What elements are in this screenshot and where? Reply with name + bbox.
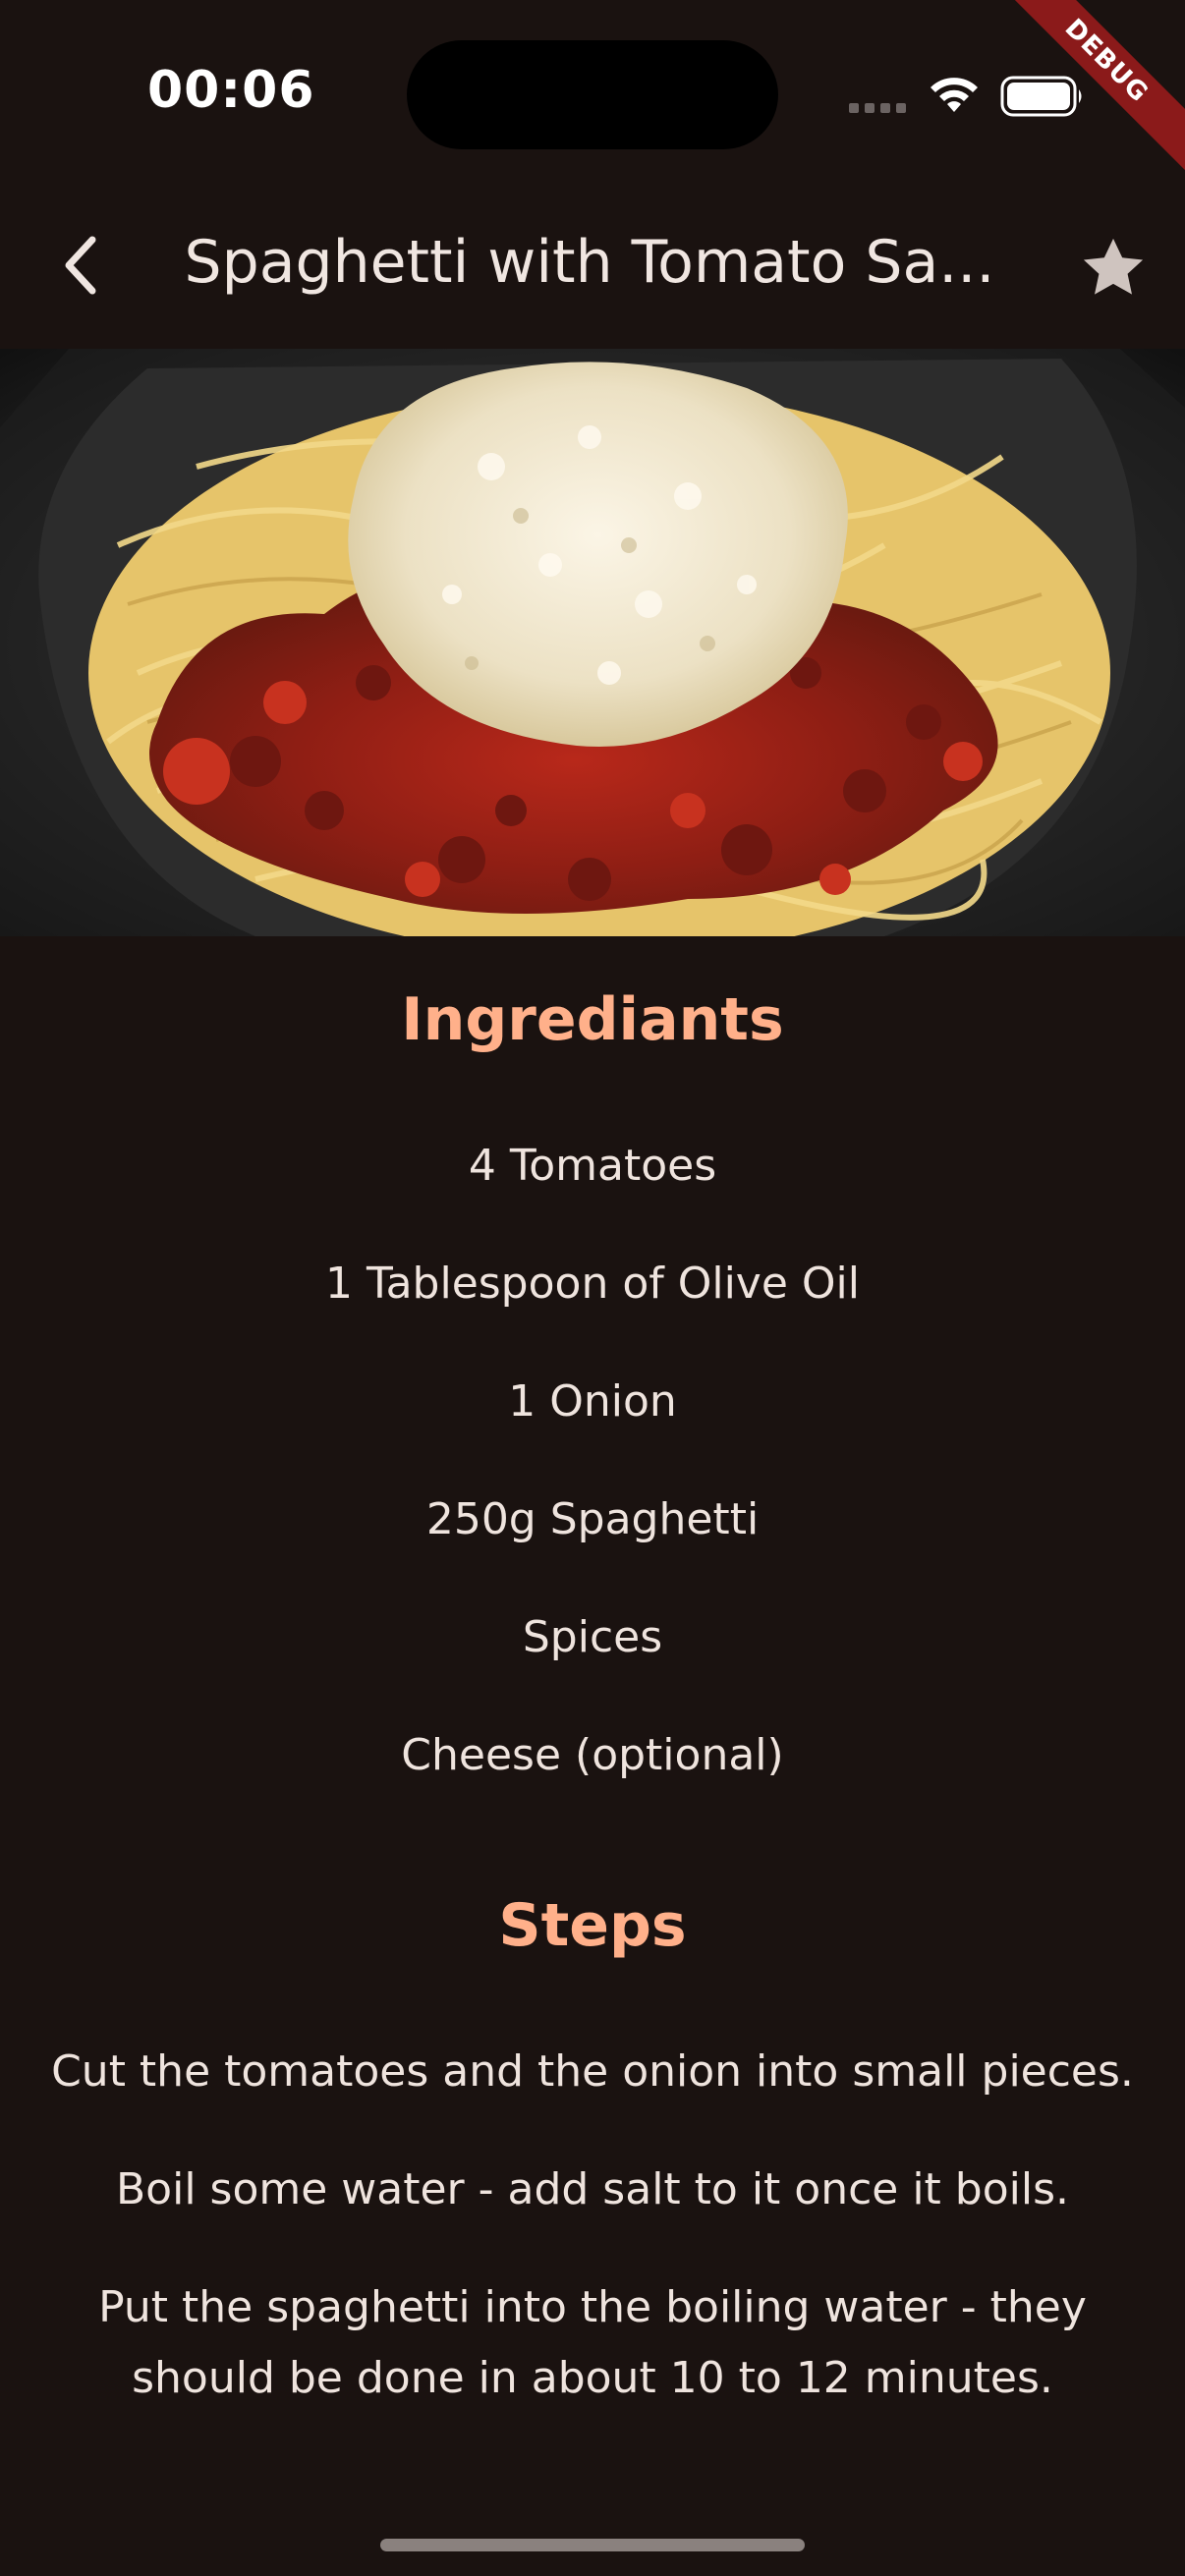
star-icon bbox=[1083, 238, 1144, 295]
step-item: Boil some water - add salt to it once it… bbox=[115, 2164, 1070, 2214]
ingredient-item: 250g Spaghetti bbox=[425, 1494, 760, 1544]
status-time: 00:06 bbox=[147, 61, 315, 120]
steps-heading: Steps bbox=[498, 1891, 687, 1960]
ingredient-item: Spices bbox=[522, 1612, 663, 1662]
recipe-image bbox=[0, 349, 1185, 936]
ingredient-item: 1 Onion bbox=[508, 1376, 677, 1427]
step-item: Put the spaghetti into the boiling water… bbox=[98, 2282, 1087, 2403]
favorite-button[interactable] bbox=[1076, 231, 1151, 306]
wifi-icon bbox=[931, 78, 978, 112]
dynamic-island bbox=[407, 40, 778, 149]
step-item: Cut the tomatoes and the onion into smal… bbox=[51, 2046, 1134, 2097]
home-indicator[interactable] bbox=[380, 2539, 805, 2551]
chevron-left-icon bbox=[65, 236, 96, 295]
back-button[interactable] bbox=[49, 226, 118, 305]
recipe-detail-screen: 00:06 DEBUG Spaghetti with Tomato Sa... bbox=[0, 0, 1185, 2576]
page-title: Spaghetti with Tomato Sa... bbox=[184, 228, 995, 297]
app-bar: Spaghetti with Tomato Sa... bbox=[0, 187, 1185, 349]
ingredient-item: 4 Tomatoes bbox=[468, 1141, 717, 1191]
status-bar: 00:06 DEBUG bbox=[0, 0, 1185, 187]
cellular-signal-icon bbox=[849, 103, 906, 117]
battery-icon bbox=[1000, 76, 1082, 117]
ingredient-item: 1 Tablespoon of Olive Oil bbox=[325, 1259, 860, 1309]
ingredients-heading: Ingrediants bbox=[401, 985, 784, 1054]
ingredient-item: Cheese (optional) bbox=[401, 1730, 784, 1780]
